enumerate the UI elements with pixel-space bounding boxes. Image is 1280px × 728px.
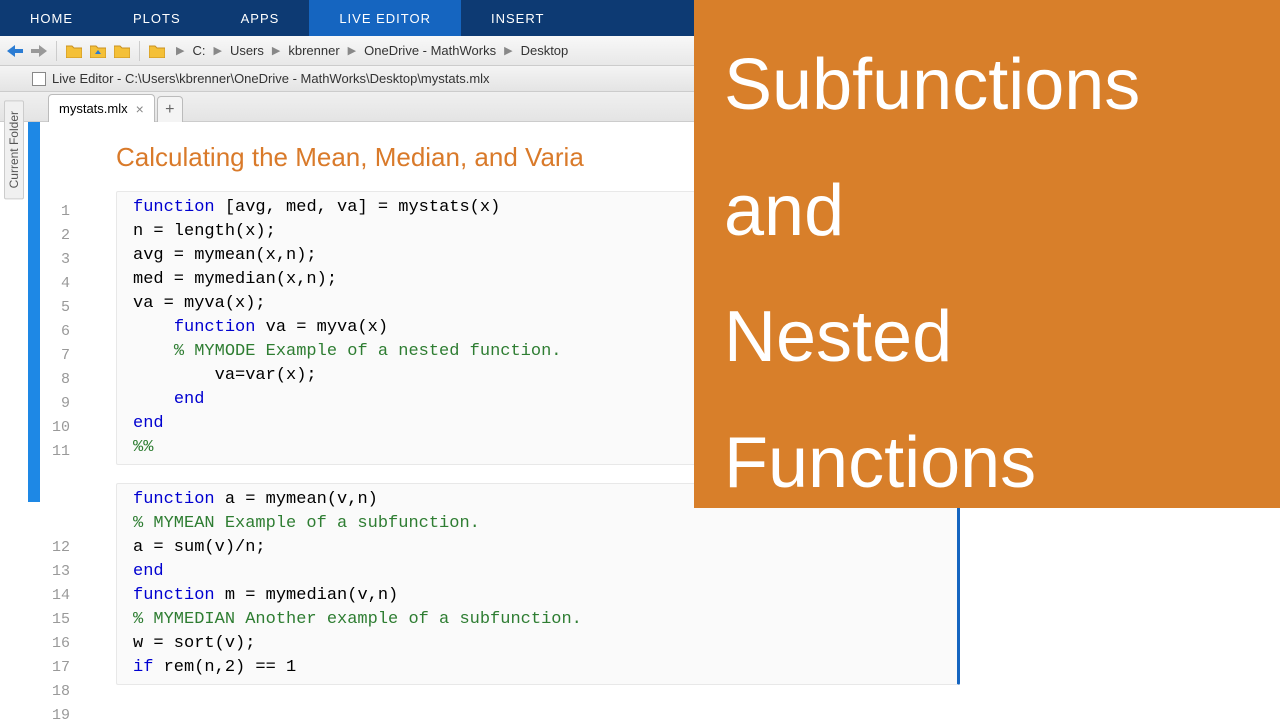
back-button[interactable] (4, 40, 26, 62)
line-number: 6 (44, 320, 76, 344)
current-folder-panel-tab[interactable]: Current Folder (4, 100, 24, 199)
chevron-right-icon: ▶ (504, 44, 512, 57)
line-number: 18 (44, 680, 76, 704)
line-number: 12 (44, 536, 76, 560)
tab-insert[interactable]: INSERT (461, 0, 574, 36)
current-folder-icon[interactable] (146, 40, 168, 62)
tab-apps[interactable]: APPS (211, 0, 310, 36)
folder-up-icon[interactable] (87, 40, 109, 62)
breadcrumb-segment[interactable]: C: (192, 43, 205, 58)
tab-live-editor[interactable]: LIVE EDITOR (309, 0, 461, 36)
close-tab-icon[interactable]: × (136, 102, 144, 116)
line-gutter-1: 1234567891011 (44, 200, 76, 464)
chevron-right-icon: ▶ (213, 44, 221, 57)
overlay-line: Nested (724, 274, 1250, 400)
breadcrumb-segment[interactable]: Users (230, 43, 264, 58)
section-marker (28, 122, 40, 502)
folder-open-icon[interactable] (111, 40, 133, 62)
line-number: 17 (44, 656, 76, 680)
forward-button[interactable] (28, 40, 50, 62)
code-line[interactable]: w = sort(v); (117, 632, 957, 656)
line-number: 5 (44, 296, 76, 320)
code-line[interactable]: % MYMEDIAN Another example of a subfunct… (117, 608, 957, 632)
line-number: 4 (44, 272, 76, 296)
line-number: 14 (44, 584, 76, 608)
file-tab-mystats[interactable]: mystats.mlx × (48, 94, 155, 122)
line-number: 8 (44, 368, 76, 392)
line-number: 9 (44, 392, 76, 416)
overlay-line: Functions (724, 400, 1250, 526)
folder-icon[interactable] (63, 40, 85, 62)
line-gutter-2: 1213141516171819 (44, 536, 76, 728)
line-number: 3 (44, 248, 76, 272)
tab-plots[interactable]: PLOTS (103, 0, 211, 36)
overlay-line: and (724, 148, 1250, 274)
tab-home[interactable]: HOME (0, 0, 103, 36)
code-line[interactable]: if rem(n,2) == 1 (117, 656, 957, 680)
document-icon (32, 72, 46, 86)
breadcrumb-segment[interactable]: kbrenner (288, 43, 339, 58)
title-overlay: Subfunctions and Nested Functions (694, 0, 1280, 508)
overlay-line: Subfunctions (724, 22, 1250, 148)
breadcrumb-segment[interactable]: Desktop (521, 43, 569, 58)
line-number: 15 (44, 608, 76, 632)
line-number: 19 (44, 704, 76, 728)
breadcrumb-segment[interactable]: OneDrive - MathWorks (364, 43, 496, 58)
code-line[interactable]: end (117, 560, 957, 584)
editor-title: Live Editor - C:\Users\kbrenner\OneDrive… (52, 71, 490, 86)
line-number: 7 (44, 344, 76, 368)
chevron-right-icon: ▶ (348, 44, 356, 57)
line-number: 1 (44, 200, 76, 224)
line-number: 13 (44, 560, 76, 584)
line-number: 11 (44, 440, 76, 464)
code-line[interactable]: function m = mymedian(v,n) (117, 584, 957, 608)
line-number: 10 (44, 416, 76, 440)
chevron-right-icon: ▶ (272, 44, 280, 57)
new-tab-button[interactable]: + (157, 96, 183, 122)
line-number: 16 (44, 632, 76, 656)
file-tab-label: mystats.mlx (59, 101, 128, 116)
line-number: 2 (44, 224, 76, 248)
chevron-right-icon: ▶ (176, 44, 184, 57)
code-line[interactable]: a = sum(v)/n; (117, 536, 957, 560)
